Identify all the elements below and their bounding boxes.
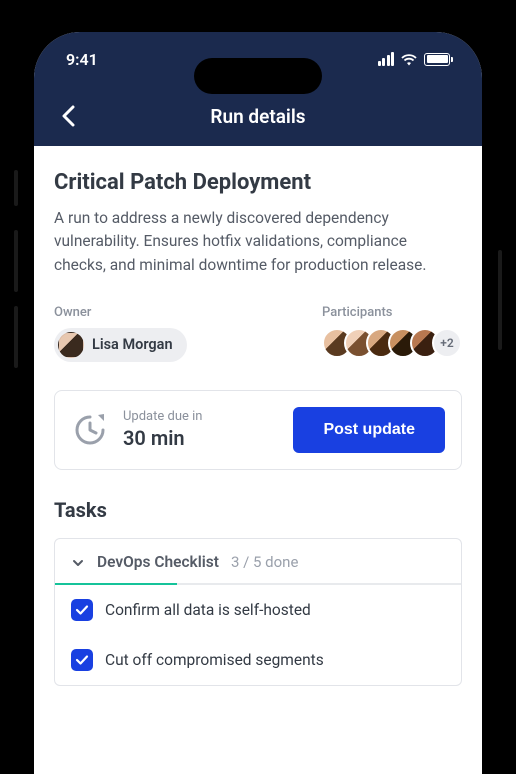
- update-due-time: 30 min: [123, 426, 202, 450]
- owner-column: Owner Lisa Morgan: [54, 305, 187, 362]
- phone-power-button: [498, 250, 502, 350]
- phone-volume-up: [14, 230, 18, 292]
- check-icon: [75, 653, 89, 667]
- owner-name: Lisa Morgan: [92, 336, 173, 353]
- owner-chip[interactable]: Lisa Morgan: [54, 328, 187, 362]
- task-item[interactable]: Cut off compromised segments: [55, 635, 461, 685]
- participants-column: Participants +2: [322, 305, 462, 362]
- update-due-label: Update due in: [123, 409, 202, 424]
- nav-title: Run details: [210, 105, 305, 128]
- participants-overflow[interactable]: +2: [432, 328, 462, 358]
- task-section: DevOps Checklist 3 / 5 done Confirm all …: [54, 538, 462, 686]
- task-section-header[interactable]: DevOps Checklist 3 / 5 done: [55, 539, 461, 585]
- task-progress-text: 3 / 5 done: [231, 553, 298, 571]
- status-time: 9:41: [66, 50, 98, 69]
- task-label: Confirm all data is self-hosted: [105, 601, 311, 619]
- status-icons: [378, 52, 451, 66]
- participants-label: Participants: [322, 305, 462, 320]
- check-icon: [75, 603, 89, 617]
- phone-frame: 9:41: [20, 18, 496, 774]
- task-section-title: DevOps Checklist: [97, 553, 219, 571]
- run-description: A run to address a newly discovered depe…: [54, 207, 462, 277]
- nav-bar: Run details: [34, 86, 482, 146]
- owner-label: Owner: [54, 305, 187, 320]
- update-card: Update due in 30 min Post update: [54, 390, 462, 470]
- chevron-down-icon: [71, 555, 85, 569]
- avatar: [58, 332, 84, 358]
- task-progress-bar: [55, 583, 461, 585]
- dynamic-island: [194, 58, 322, 94]
- clock-icon: [71, 411, 109, 449]
- checkbox-checked[interactable]: [71, 649, 93, 671]
- task-item[interactable]: Confirm all data is self-hosted: [55, 585, 461, 635]
- checkbox-checked[interactable]: [71, 599, 93, 621]
- signal-icon: [378, 52, 395, 66]
- back-button[interactable]: [54, 102, 82, 130]
- chevron-left-icon: [61, 105, 75, 127]
- page-title: Critical Patch Deployment: [54, 170, 462, 195]
- tasks-heading: Tasks: [54, 498, 462, 522]
- phone-volume-down: [14, 306, 18, 368]
- task-label: Cut off compromised segments: [105, 651, 324, 669]
- post-update-button[interactable]: Post update: [293, 407, 445, 453]
- participants-list[interactable]: +2: [322, 328, 462, 358]
- wifi-icon: [400, 53, 418, 66]
- meta-row: Owner Lisa Morgan Participants +2: [54, 305, 462, 362]
- update-info: Update due in 30 min: [71, 409, 202, 450]
- phone-side-button: [14, 170, 18, 206]
- screen: 9:41: [34, 32, 482, 774]
- battery-icon: [424, 53, 450, 66]
- content: Critical Patch Deployment A run to addre…: [34, 146, 482, 774]
